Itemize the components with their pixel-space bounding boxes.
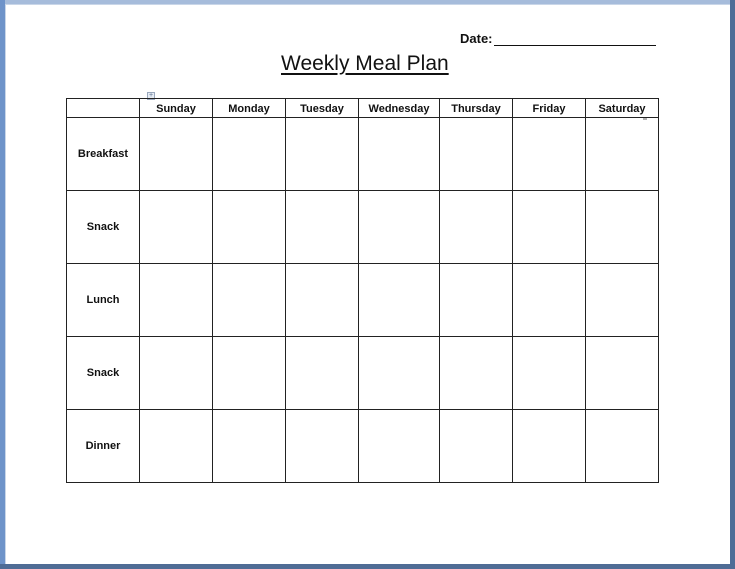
table-cell[interactable] (585, 190, 659, 264)
day-header-friday[interactable]: Friday (512, 98, 586, 118)
table-cell[interactable] (439, 117, 513, 191)
table-row-breakfast: Breakfast (66, 117, 659, 191)
table-cell[interactable] (139, 409, 213, 483)
date-field[interactable] (494, 45, 656, 46)
meal-label-breakfast[interactable]: Breakfast (66, 117, 140, 191)
table-cell[interactable] (212, 190, 286, 264)
table-cell[interactable] (439, 263, 513, 337)
table-cell[interactable] (512, 336, 586, 410)
corner-header-cell[interactable] (66, 98, 140, 118)
table-cell[interactable] (512, 263, 586, 337)
table-cell[interactable] (585, 336, 659, 410)
table-cell[interactable] (439, 190, 513, 264)
meal-label-dinner[interactable]: Dinner (66, 409, 140, 483)
table-cell[interactable] (212, 336, 286, 410)
day-header-wednesday[interactable]: Wednesday (358, 98, 440, 118)
header-row: Sunday Monday Tuesday Wednesday Thursday… (66, 98, 659, 118)
table-cell[interactable] (285, 409, 359, 483)
table-row-lunch: Lunch (66, 263, 659, 337)
table-cell[interactable] (285, 336, 359, 410)
table-cell[interactable] (285, 117, 359, 191)
table-cell[interactable] (512, 117, 586, 191)
day-header-thursday[interactable]: Thursday (439, 98, 513, 118)
table-cell[interactable] (139, 263, 213, 337)
table-cell[interactable] (585, 117, 659, 191)
window-frame-bottom (0, 564, 735, 569)
table-cell[interactable] (439, 409, 513, 483)
table-row-snack-1: Snack (66, 190, 659, 264)
table-cell[interactable] (285, 190, 359, 264)
page-title: Weekly Meal Plan (281, 52, 449, 75)
table-cell[interactable] (139, 336, 213, 410)
table-cell[interactable] (139, 117, 213, 191)
meal-plan-table: Sunday Monday Tuesday Wednesday Thursday… (66, 98, 659, 483)
table-row-dinner: Dinner (66, 409, 659, 483)
table-cell[interactable] (358, 409, 440, 483)
table-cell[interactable] (212, 263, 286, 337)
meal-label-lunch[interactable]: Lunch (66, 263, 140, 337)
date-label: Date: (460, 31, 493, 46)
table-cell[interactable] (139, 190, 213, 264)
day-header-sunday[interactable]: Sunday (139, 98, 213, 118)
table-cell[interactable] (585, 409, 659, 483)
day-header-saturday[interactable]: Saturday (585, 98, 659, 118)
window-frame-right (730, 0, 735, 569)
table-cell[interactable] (212, 117, 286, 191)
table-row-snack-2: Snack (66, 336, 659, 410)
table-cell[interactable] (358, 336, 440, 410)
table-cell[interactable] (358, 117, 440, 191)
table-cell[interactable] (512, 190, 586, 264)
table-cell[interactable] (439, 336, 513, 410)
table-cell[interactable] (512, 409, 586, 483)
table-cell[interactable] (285, 263, 359, 337)
meal-label-snack[interactable]: Snack (66, 190, 140, 264)
table-cell[interactable] (358, 263, 440, 337)
table-cell[interactable] (358, 190, 440, 264)
table-cell[interactable] (212, 409, 286, 483)
day-header-tuesday[interactable]: Tuesday (285, 98, 359, 118)
day-header-monday[interactable]: Monday (212, 98, 286, 118)
meal-label-snack[interactable]: Snack (66, 336, 140, 410)
table-cell[interactable] (585, 263, 659, 337)
